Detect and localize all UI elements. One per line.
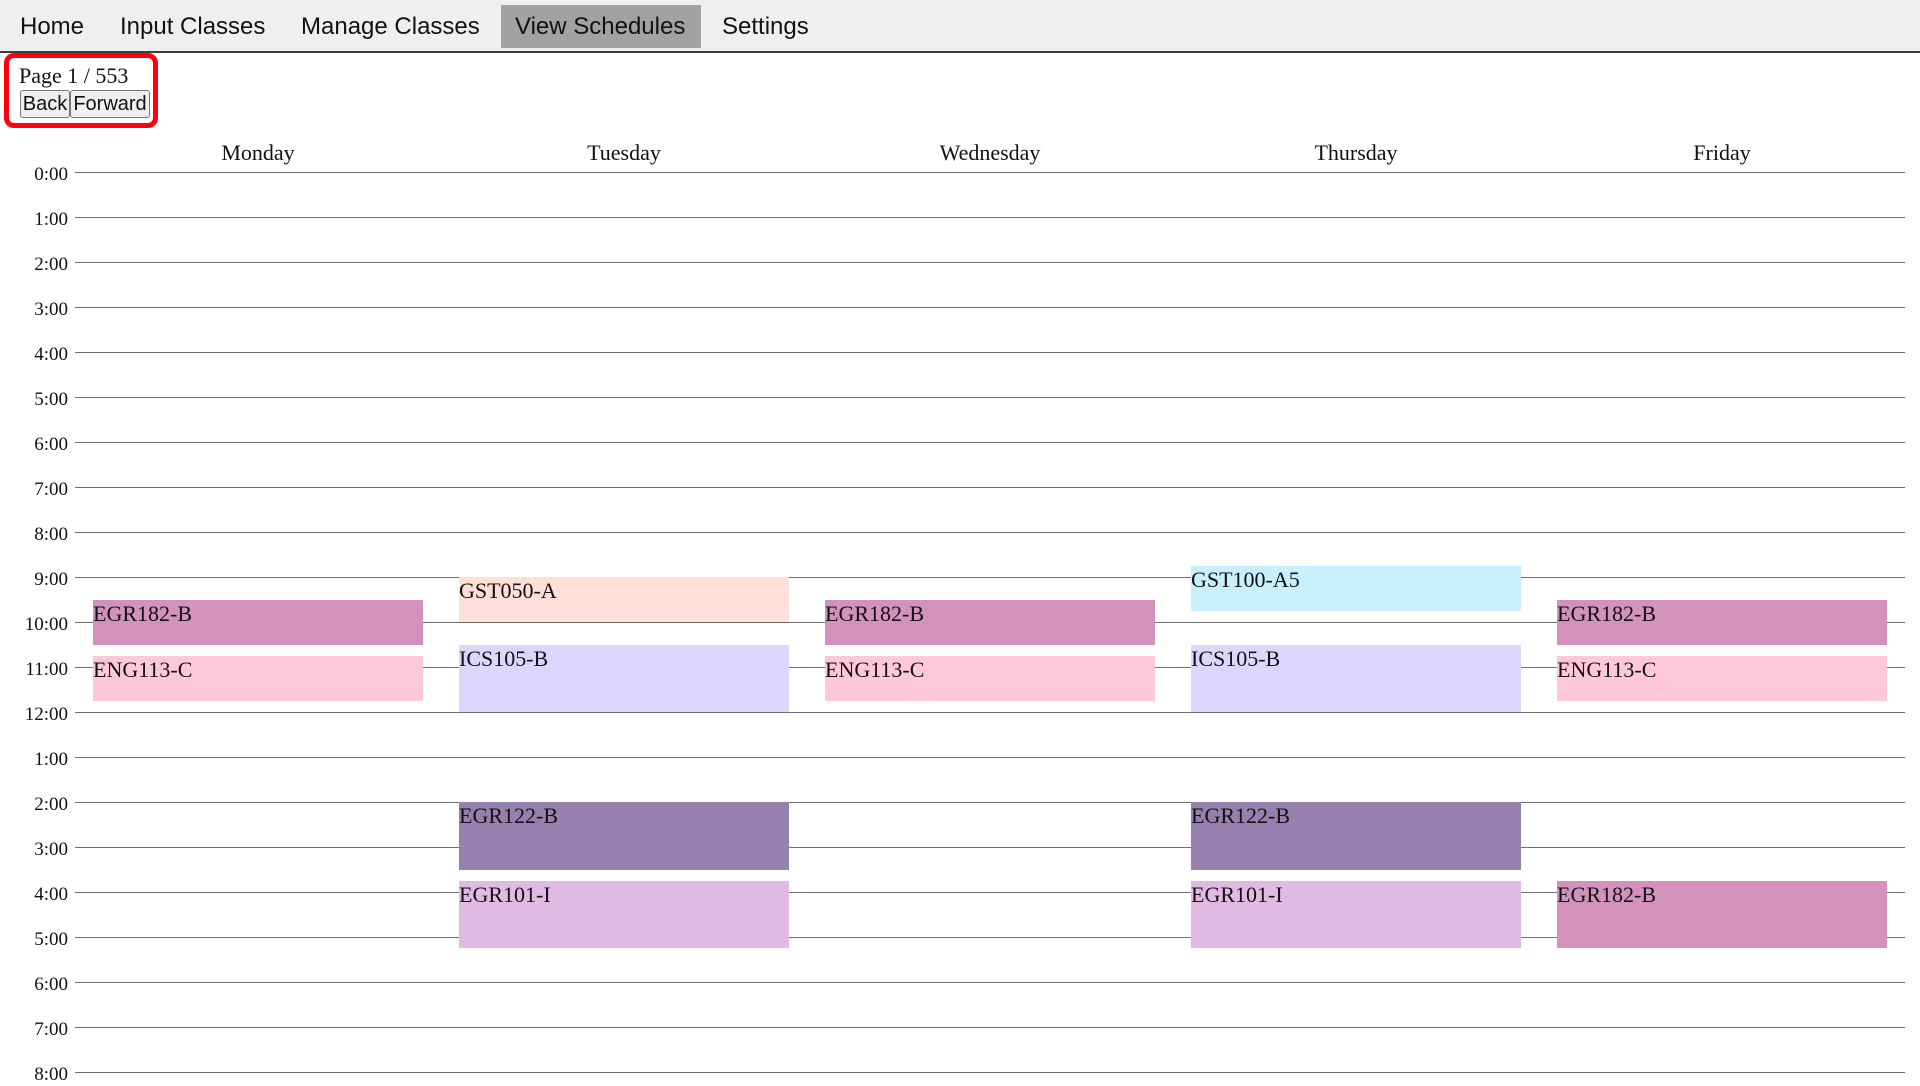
hour-gridline: [75, 442, 1905, 443]
hour-label: 3:00: [34, 839, 68, 860]
class-block[interactable]: ICS105-B: [1191, 644, 1521, 712]
hour-label: 8:00: [34, 524, 68, 545]
hour-label: 1:00: [34, 749, 68, 770]
hour-label: 5:00: [34, 929, 68, 950]
hour-gridline: [75, 802, 1905, 803]
class-block[interactable]: ENG113-C: [1557, 655, 1887, 701]
nav-settings[interactable]: Settings: [708, 5, 823, 48]
forward-button[interactable]: Forward: [70, 90, 150, 118]
day-header-thursday: Thursday: [1314, 140, 1398, 165]
nav-input-classes[interactable]: Input Classes: [106, 5, 279, 48]
hour-label: 6:00: [34, 974, 68, 995]
class-block[interactable]: ENG113-C: [825, 655, 1155, 701]
hour-label: 2:00: [34, 794, 68, 815]
pager-highlight: Page 1 / 553 Back Forward: [4, 53, 158, 128]
day-header-wednesday: Wednesday: [939, 140, 1041, 165]
class-block[interactable]: EGR182-B: [1557, 599, 1887, 645]
nav-view-schedules[interactable]: View Schedules: [501, 5, 701, 48]
hour-label: 11:00: [25, 659, 68, 680]
hour-label: 4:00: [34, 344, 68, 365]
hour-gridline: [75, 172, 1905, 173]
hour-gridline: [75, 532, 1905, 533]
class-block[interactable]: EGR122-B: [459, 802, 789, 870]
hour-gridline: [75, 577, 1905, 578]
hour-gridline: [75, 1072, 1905, 1073]
hour-gridline: [75, 1027, 1905, 1028]
hour-label: 3:00: [34, 299, 68, 320]
class-block[interactable]: ICS105-B: [459, 644, 789, 712]
nav-home[interactable]: Home: [6, 5, 98, 48]
day-header-monday: Monday: [221, 140, 295, 165]
class-block[interactable]: EGR101-I: [1191, 880, 1521, 949]
class-block[interactable]: GST100-A5: [1191, 565, 1521, 611]
hour-label: 8:00: [34, 1064, 68, 1085]
day-header-friday: Friday: [1693, 140, 1751, 165]
hour-label: 10:00: [24, 614, 68, 635]
hour-label: 1:00: [34, 209, 68, 230]
hour-label: 4:00: [34, 884, 68, 905]
hour-gridline: [75, 307, 1905, 308]
hour-label: 0:00: [34, 164, 68, 185]
class-block[interactable]: EGR122-B: [1191, 802, 1521, 870]
day-header-tuesday: Tuesday: [587, 140, 661, 165]
hour-label: 5:00: [34, 389, 68, 410]
hour-gridline: [75, 487, 1905, 488]
hour-label: 6:00: [34, 434, 68, 455]
back-button[interactable]: Back: [20, 90, 70, 118]
class-block[interactable]: EGR101-I: [459, 880, 789, 949]
class-block[interactable]: EGR182-B: [825, 599, 1155, 645]
hour-gridline: [75, 982, 1905, 983]
page-indicator: Page 1 / 553: [19, 63, 129, 88]
hour-gridline: [75, 397, 1905, 398]
hour-gridline: [75, 262, 1905, 263]
class-block[interactable]: GST050-A: [459, 577, 789, 622]
hour-gridline: [75, 217, 1905, 218]
hour-gridline: [75, 352, 1905, 353]
class-block[interactable]: EGR182-B: [93, 599, 423, 645]
hour-gridline: [75, 757, 1905, 758]
class-block[interactable]: ENG113-C: [93, 655, 423, 701]
hour-gridline: [75, 712, 1905, 713]
hour-gridline: [75, 847, 1905, 848]
top-nav: Home Input Classes Manage Classes View S…: [0, 0, 1920, 53]
hour-label: 2:00: [34, 254, 68, 275]
nav-manage-classes[interactable]: Manage Classes: [287, 5, 494, 48]
class-block[interactable]: EGR182-B: [1557, 880, 1887, 949]
hour-label: 7:00: [34, 1019, 68, 1040]
hour-label: 7:00: [34, 479, 68, 500]
hour-label: 12:00: [24, 704, 68, 725]
hour-label: 9:00: [34, 569, 68, 590]
